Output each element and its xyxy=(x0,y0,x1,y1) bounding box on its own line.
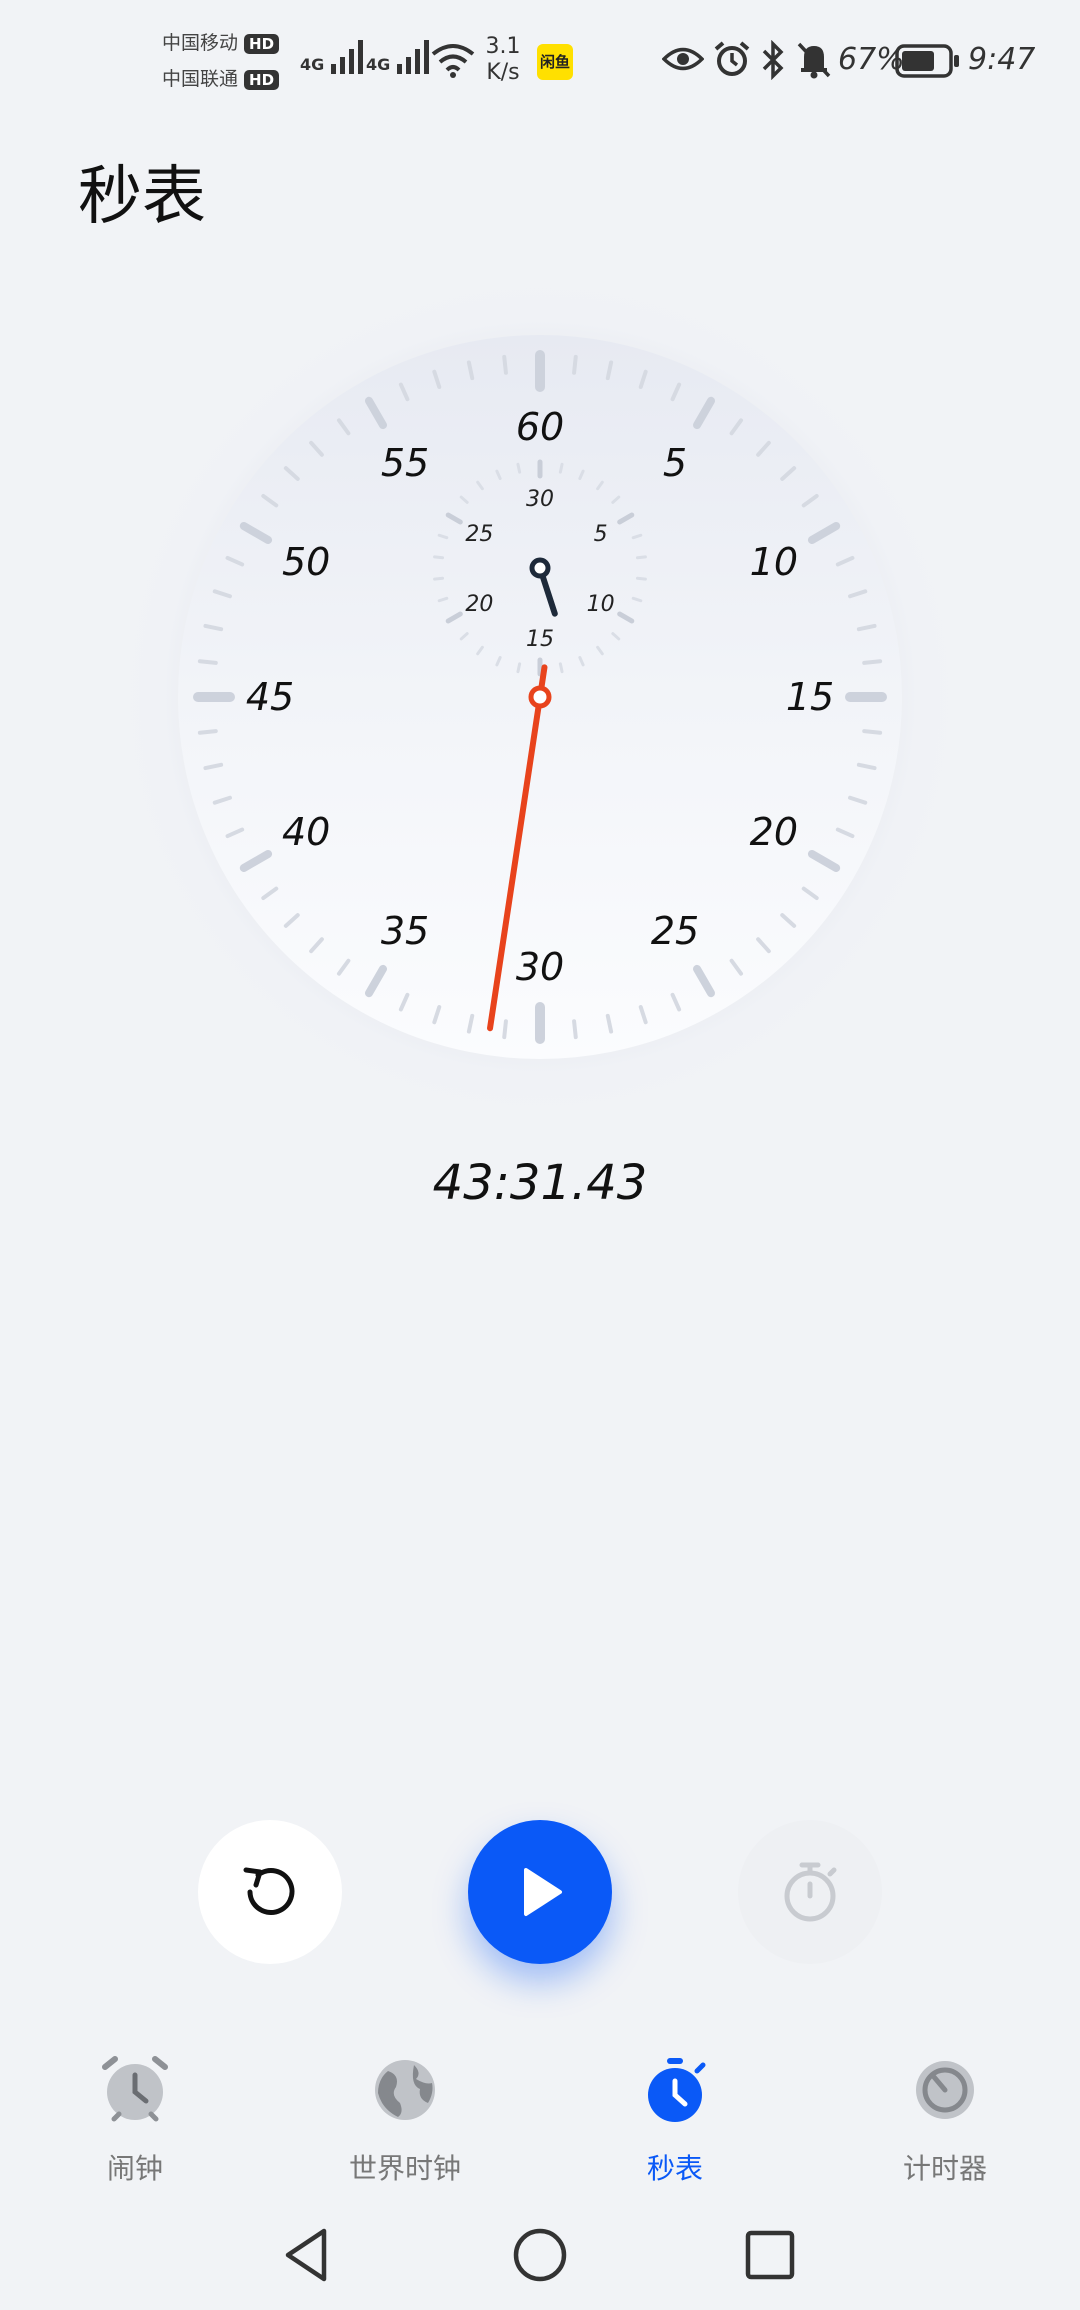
tab-alarm-label: 闹钟 xyxy=(106,2152,163,2185)
elapsed-time: 43:31.43 xyxy=(432,1155,648,1211)
inner-dial-tick xyxy=(558,462,564,474)
second-hand-pivot xyxy=(528,685,552,709)
stopwatch-icon xyxy=(648,2058,706,2122)
tab-world-clock[interactable]: 世界时钟 xyxy=(270,2045,540,2187)
inner-dial-label: 25 xyxy=(465,522,493,547)
dial-tick xyxy=(502,1019,508,1040)
nav-home-button[interactable] xyxy=(505,2220,575,2290)
dial-tick xyxy=(197,659,218,665)
inner-dial-label: 30 xyxy=(526,487,554,512)
reset-icon xyxy=(243,1867,295,1915)
dial-label: 25 xyxy=(651,909,699,953)
minute-hand-pivot xyxy=(529,557,551,579)
inner-dial-tick xyxy=(558,662,564,674)
tab-world-clock-label: 世界时钟 xyxy=(348,2152,461,2185)
dial-label: 10 xyxy=(750,540,798,584)
alarm-clock-icon xyxy=(102,2056,168,2122)
dial-label: 40 xyxy=(282,810,330,854)
reset-button[interactable] xyxy=(198,1820,342,1964)
nav-recents-button[interactable] xyxy=(735,2220,805,2290)
timer-icon xyxy=(916,2061,974,2119)
dial-label: 15 xyxy=(786,675,834,719)
dial-tick xyxy=(862,659,883,665)
dial-tick xyxy=(197,729,218,735)
stopwatch-dial-svg: 60 5 10 15 20 25 30 35 40 45 50 55 30 5 10 15 20 25 xyxy=(120,277,960,1117)
back-icon xyxy=(285,2228,327,2282)
dial-label: 60 xyxy=(516,405,564,449)
recents-icon xyxy=(745,2230,795,2280)
home-icon xyxy=(513,2228,567,2282)
inner-dial-label: 10 xyxy=(587,592,615,617)
dial-tick xyxy=(572,354,578,375)
dial-tick xyxy=(572,1019,578,1040)
globe-icon xyxy=(375,2060,435,2120)
dial-label: 35 xyxy=(381,909,429,953)
dial-label: 55 xyxy=(381,441,429,485)
start-button[interactable] xyxy=(468,1820,612,1964)
tab-alarm[interactable]: 闹钟 xyxy=(0,2045,270,2187)
inner-dial-tick xyxy=(433,555,445,560)
inner-dial-label: 20 xyxy=(465,592,493,617)
dial-label: 20 xyxy=(750,810,798,854)
inner-dial-tick xyxy=(516,462,522,474)
inner-dial-tick xyxy=(433,576,445,581)
tab-stopwatch[interactable]: 秒表 xyxy=(540,2045,810,2187)
play-icon xyxy=(524,1868,562,1916)
stopwatch-icon xyxy=(784,1862,837,1922)
dial-tick xyxy=(502,354,508,375)
inner-dial-label: 15 xyxy=(526,627,554,652)
dial-label: 45 xyxy=(246,675,294,719)
stopwatch-dial: 60 5 10 15 20 25 30 35 40 45 50 55 30 5 10 15 20 25 xyxy=(0,0,1080,1260)
inner-dial-label: 5 xyxy=(594,522,608,547)
dial-label: 30 xyxy=(516,945,564,989)
inner-dial-tick xyxy=(516,662,522,674)
tab-stopwatch-label: 秒表 xyxy=(646,2152,703,2185)
dial-label: 5 xyxy=(663,441,687,485)
dial-tick xyxy=(862,729,883,735)
tab-timer[interactable]: 计时器 xyxy=(810,2045,1080,2187)
tab-timer-label: 计时器 xyxy=(902,2152,987,2185)
inner-dial-tick xyxy=(635,555,647,560)
inner-dial-tick xyxy=(635,576,647,581)
nav-back-button[interactable] xyxy=(273,2220,343,2290)
dial-label: 50 xyxy=(282,540,330,584)
lap-button[interactable] xyxy=(738,1820,882,1964)
